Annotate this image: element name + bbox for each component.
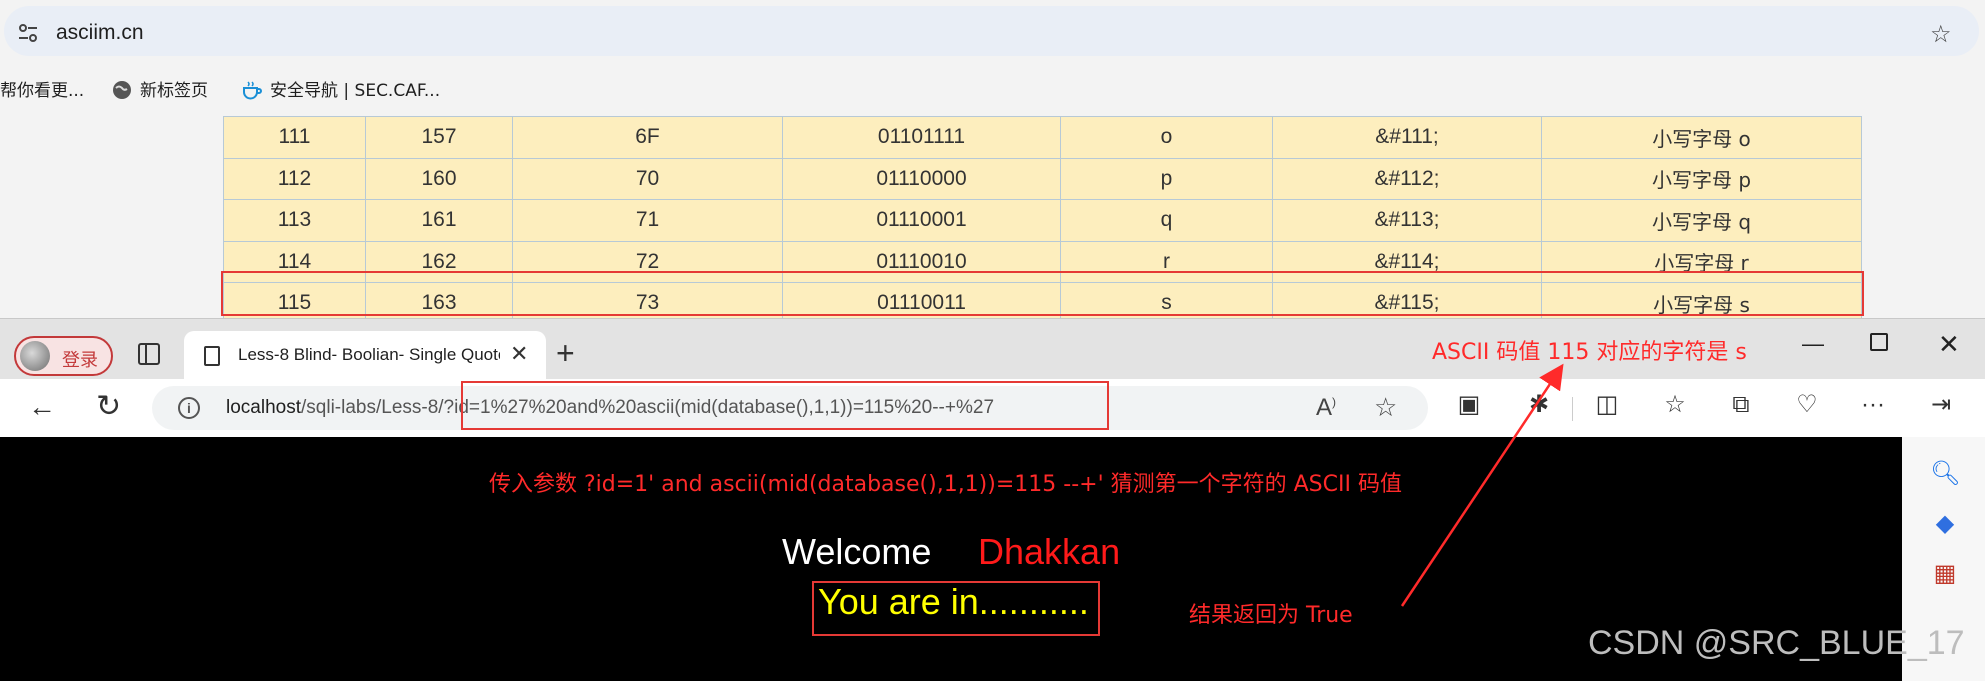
table-cell: 111 — [223, 116, 366, 159]
favorites-list-icon[interactable]: ☆ — [1662, 392, 1688, 418]
welcome-text: Welcome — [782, 531, 932, 572]
annotation-param: 传入参数 ?id=1' and ascii(mid(database(),1,1… — [489, 472, 1402, 497]
close-tab-icon[interactable]: ✕ — [510, 341, 528, 367]
welcome-name: Dhakkan — [978, 531, 1121, 572]
split-screen-icon[interactable]: ◫ — [1594, 392, 1620, 418]
table-cell: 小写字母 o — [1541, 116, 1862, 159]
background-url-text[interactable]: asciim.cn — [56, 21, 144, 45]
more-options-icon[interactable]: ··· — [1860, 392, 1886, 418]
table-cell: o — [1060, 116, 1273, 159]
table-cell: 01110000 — [782, 157, 1061, 200]
bookmarks-bar: 帮你看更... 新标签页 安全导航 | SEC.CAF... — [0, 70, 1985, 106]
search-icon[interactable]: 🔍︎ — [1930, 459, 1960, 489]
table-cell: 01101111 — [782, 116, 1061, 159]
highlight-box-result — [812, 581, 1100, 636]
avatar — [20, 341, 50, 371]
annotation-result: 结果返回为 True — [1189, 603, 1353, 628]
globe-icon — [113, 81, 131, 99]
table-cell: 70 — [512, 157, 783, 200]
table-cell: 6F — [512, 116, 783, 159]
bookmark-item[interactable]: 帮你看更... — [0, 76, 84, 101]
coffee-icon — [243, 81, 262, 100]
annotation-ascii: ASCII 码值 115 对应的字符是 s — [1432, 340, 1747, 365]
bookmark-item[interactable]: 新标签页 — [112, 76, 208, 101]
favorite-star-icon[interactable]: ☆ — [1374, 392, 1397, 423]
document-icon — [204, 346, 220, 366]
bookmark-item[interactable]: 安全导航 | SEC.CAF... — [242, 76, 440, 101]
extension-icon[interactable]: ▣ — [1456, 392, 1482, 418]
table-cell: 112 — [223, 157, 366, 200]
table-cell: p — [1060, 157, 1273, 200]
background-address-bar[interactable]: asciim.cn ☆ — [4, 6, 1979, 56]
profile-button[interactable]: 登录 — [14, 336, 113, 376]
reload-icon[interactable]: ↻ — [96, 389, 121, 424]
browser-essentials-icon[interactable]: ♡ — [1794, 392, 1820, 418]
extensions-puzzle-icon[interactable]: ✱ — [1526, 392, 1552, 418]
table-cell: &#112; — [1272, 157, 1542, 200]
collections-icon[interactable]: ⧉ — [1728, 392, 1754, 418]
profile-label: 登录 — [62, 350, 98, 371]
shopping-tag-icon[interactable]: ◆ — [1930, 509, 1960, 539]
tab-title: Less-8 Blind- Boolian- Single Quotes — [238, 345, 500, 364]
tab-actions-icon[interactable] — [138, 343, 160, 365]
table-cell: 157 — [365, 116, 513, 159]
new-tab-icon[interactable]: + — [556, 335, 575, 372]
maximize-icon[interactable] — [1870, 333, 1888, 351]
table-row: 113 161 71 01110001 q &#113; 小写字母 q — [223, 199, 1862, 242]
table-cell: 161 — [365, 199, 513, 242]
table-row: 111 157 6F 01101111 o &#111; 小写字母 o — [223, 116, 1862, 159]
read-aloud-icon[interactable]: A) — [1316, 394, 1336, 422]
window-close-icon[interactable]: ✕ — [1938, 329, 1960, 360]
site-settings-icon[interactable] — [16, 21, 40, 45]
table-row: 112 160 70 01110000 p &#112; 小写字母 p — [223, 157, 1862, 200]
table-cell: 160 — [365, 157, 513, 200]
table-cell: q — [1060, 199, 1273, 242]
minimize-icon[interactable]: — — [1802, 331, 1824, 357]
toolbar-divider — [1572, 397, 1573, 421]
sidebar-toggle-icon[interactable]: ⇥ — [1928, 392, 1954, 418]
info-icon[interactable]: i — [178, 397, 200, 419]
back-arrow-icon[interactable]: ← — [28, 391, 56, 423]
table-cell: 113 — [223, 199, 366, 242]
bookmark-star-icon[interactable]: ☆ — [1930, 20, 1952, 49]
table-cell: 01110001 — [782, 199, 1061, 242]
highlight-box-url — [461, 381, 1109, 430]
table-cell: 小写字母 q — [1541, 199, 1862, 242]
watermark: CSDN @SRC_BLUE_17 — [1588, 624, 1965, 662]
table-cell: 小写字母 p — [1541, 157, 1862, 200]
tab-active[interactable]: Less-8 Blind- Boolian- Single Quotes ✕ — [184, 331, 546, 379]
table-cell: &#113; — [1272, 199, 1542, 242]
table-cell: 71 — [512, 199, 783, 242]
table-cell: &#111; — [1272, 116, 1542, 159]
highlight-box-row-115 — [221, 271, 1864, 316]
tools-icon[interactable]: ▦ — [1930, 559, 1960, 589]
